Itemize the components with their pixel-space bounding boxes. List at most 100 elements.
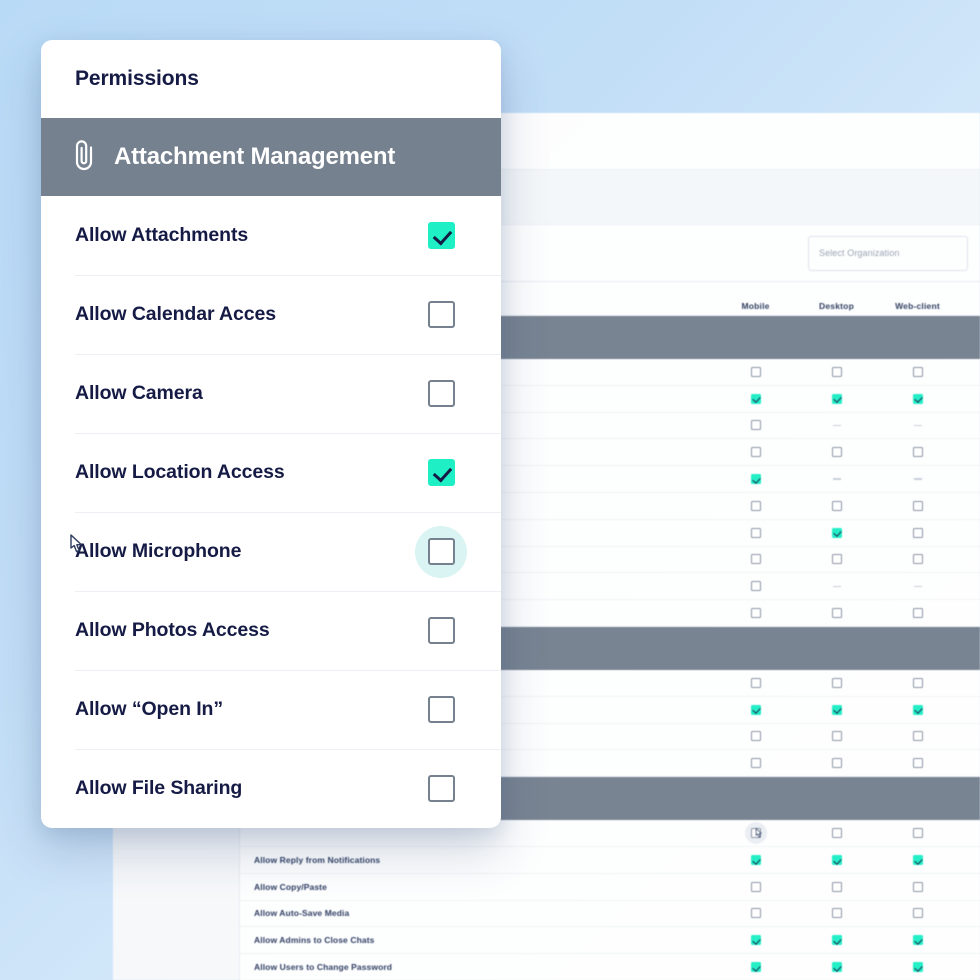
background-table-cell[interactable] <box>715 554 796 565</box>
permission-checkbox-wrapper[interactable] <box>415 605 467 657</box>
checkbox-checked-icon[interactable] <box>750 474 761 485</box>
checkbox-unchecked-icon[interactable] <box>831 500 842 511</box>
background-table-row[interactable]: Allow Reply from Notifications <box>240 847 980 874</box>
permission-row[interactable]: Allow Attachments <box>41 196 501 275</box>
checkbox-unchecked-icon[interactable] <box>831 758 842 769</box>
checkbox-unchecked-icon[interactable] <box>750 731 761 742</box>
permission-row[interactable]: Allow Photos Access <box>41 591 501 670</box>
permission-checkbox-hovered[interactable] <box>415 525 467 578</box>
background-table-cell[interactable] <box>796 608 877 619</box>
checkbox-unchecked-icon[interactable] <box>831 731 842 742</box>
background-table-cell[interactable] <box>877 478 958 480</box>
checkbox-unchecked-icon[interactable] <box>912 500 923 511</box>
checkbox-unchecked-icon[interactable] <box>750 581 761 592</box>
background-table-cell[interactable] <box>877 393 958 404</box>
permission-checkbox-wrapper[interactable] <box>415 684 467 736</box>
background-table-cell[interactable] <box>715 581 796 592</box>
checkbox-unchecked-icon[interactable] <box>427 380 455 407</box>
background-table-cell[interactable] <box>796 527 877 538</box>
checkbox-checked-icon[interactable] <box>831 962 842 973</box>
background-table-cell[interactable] <box>715 366 796 377</box>
background-table-cell[interactable] <box>877 962 958 973</box>
background-table-cell[interactable] <box>715 704 796 715</box>
permission-row[interactable]: Allow Microphone <box>41 512 501 591</box>
checkbox-checked-icon[interactable] <box>912 393 923 404</box>
background-table-cell[interactable] <box>715 758 796 769</box>
background-table-cell[interactable] <box>796 554 877 565</box>
background-table-cell[interactable] <box>877 447 958 458</box>
checkbox-checked-icon[interactable] <box>750 704 761 715</box>
checkbox-checked-icon[interactable] <box>427 222 455 249</box>
permission-checkbox-wrapper[interactable] <box>415 368 467 420</box>
background-table-cell[interactable] <box>796 828 877 839</box>
background-table-cell[interactable] <box>715 393 796 404</box>
background-table-cell[interactable] <box>877 677 958 688</box>
background-table-cell[interactable] <box>796 447 877 458</box>
checkbox-unchecked-icon[interactable] <box>427 617 455 644</box>
checkbox-checked-icon[interactable] <box>831 854 842 865</box>
background-table-cell[interactable] <box>715 608 796 619</box>
background-table-cell[interactable] <box>877 500 958 511</box>
background-table-cell[interactable] <box>715 731 796 742</box>
checkbox-unchecked-icon[interactable] <box>831 908 842 919</box>
checkbox-unchecked-icon[interactable] <box>912 608 923 619</box>
background-table-cell[interactable] <box>796 731 877 742</box>
checkbox-unchecked-icon[interactable] <box>912 881 923 892</box>
checkbox-unchecked-icon[interactable] <box>831 554 842 565</box>
checkbox-unchecked-icon[interactable] <box>750 527 761 538</box>
background-table-cell[interactable] <box>715 908 796 919</box>
checkbox-unchecked-icon[interactable] <box>831 608 842 619</box>
background-table-cell[interactable] <box>796 478 877 480</box>
checkbox-unchecked-icon[interactable] <box>912 554 923 565</box>
background-table-cell[interactable] <box>715 854 796 865</box>
background-table-cell[interactable] <box>796 962 877 973</box>
checkbox-unchecked-icon[interactable] <box>427 696 455 723</box>
permission-row[interactable]: Allow File Sharing <box>41 749 501 828</box>
background-table-cell[interactable] <box>796 854 877 865</box>
checkbox-unchecked-icon[interactable] <box>831 828 842 839</box>
checkbox-unchecked-icon[interactable] <box>912 908 923 919</box>
background-table-cell[interactable] <box>877 424 958 427</box>
background-table-cell[interactable] <box>877 828 958 839</box>
checkbox-checked-icon[interactable] <box>831 527 842 538</box>
checkbox-checked-icon[interactable] <box>912 935 923 946</box>
checkbox-unchecked-icon[interactable] <box>831 366 842 377</box>
checkbox-unchecked-icon[interactable] <box>750 554 761 565</box>
background-table-cell[interactable] <box>715 420 796 431</box>
checkbox-unchecked-icon[interactable] <box>750 908 761 919</box>
background-table-cell[interactable] <box>877 704 958 715</box>
checkbox-unchecked-icon[interactable] <box>750 758 761 769</box>
background-table-cell[interactable] <box>715 822 796 845</box>
background-table-cell[interactable] <box>877 527 958 538</box>
background-table-cell[interactable] <box>796 393 877 404</box>
checkbox-checked-icon[interactable] <box>912 962 923 973</box>
background-table-cell[interactable] <box>877 758 958 769</box>
background-table-cell[interactable] <box>715 474 796 485</box>
permission-checkbox-wrapper[interactable] <box>415 763 467 815</box>
background-table-cell[interactable] <box>715 935 796 946</box>
permission-checkbox-wrapper[interactable] <box>415 289 467 341</box>
background-table-cell[interactable] <box>715 677 796 688</box>
checkbox-checked-icon[interactable] <box>750 962 761 973</box>
checkbox-checked-icon[interactable] <box>831 935 842 946</box>
background-table-cell[interactable] <box>715 447 796 458</box>
background-table-row[interactable]: Allow Users to Change Password <box>240 954 980 980</box>
checkbox-unchecked-icon[interactable] <box>427 538 455 565</box>
background-table-cell[interactable] <box>715 881 796 892</box>
checkbox-unchecked-icon[interactable] <box>750 366 761 377</box>
background-table-cell[interactable] <box>796 881 877 892</box>
checkbox-checked-icon[interactable] <box>912 854 923 865</box>
background-table-cell[interactable] <box>796 677 877 688</box>
background-table-cell[interactable] <box>796 585 877 587</box>
background-table-cell[interactable] <box>796 366 877 377</box>
background-table-cell[interactable] <box>877 585 958 587</box>
checkbox-unchecked-icon[interactable] <box>912 731 923 742</box>
background-table-row[interactable]: Allow Admins to Close Chats <box>240 927 980 955</box>
checkbox-checked-icon[interactable] <box>750 935 761 946</box>
checkbox-unchecked-icon[interactable] <box>831 881 842 892</box>
permission-checkbox-wrapper[interactable] <box>415 447 467 499</box>
permission-row[interactable]: Allow Camera <box>41 354 501 433</box>
background-table-cell[interactable] <box>877 731 958 742</box>
checkbox-unchecked-icon[interactable] <box>912 758 923 769</box>
background-table-cell[interactable] <box>877 608 958 619</box>
